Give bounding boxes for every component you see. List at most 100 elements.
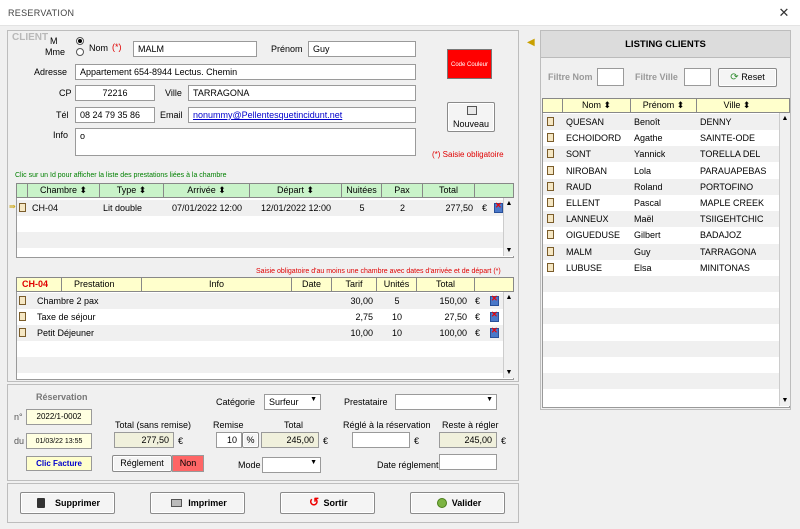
- nom-input[interactable]: MALM: [133, 41, 257, 57]
- list-item[interactable]: NIROBAN Lola PARAUAPEBAS: [543, 162, 779, 179]
- adresse-input[interactable]: Appartement 654-8944 Lectus. Chemin: [75, 64, 416, 80]
- printer-icon: [171, 499, 182, 507]
- nom-required-mark: (*): [112, 42, 122, 52]
- print-button[interactable]: Imprimer: [150, 492, 245, 514]
- scroll-up-icon[interactable]: ▲: [780, 113, 790, 124]
- document-icon[interactable]: [547, 230, 554, 240]
- scroll-up-icon[interactable]: ▲: [504, 292, 514, 303]
- list-item: [543, 357, 779, 373]
- rooms-warning: Saisie obligatoire d'au moins une chambr…: [256, 268, 501, 275]
- category-select[interactable]: Surfeur ▼: [264, 394, 321, 410]
- email-input[interactable]: nonummy@Pellentesquetincidunt.net: [188, 107, 416, 123]
- room-cell-depart: 12/01/2022 12:00: [260, 203, 332, 213]
- listing-header-nom[interactable]: Nom ⬍: [563, 99, 631, 113]
- close-icon[interactable]: ✕: [776, 5, 792, 21]
- exit-button[interactable]: ↺ Sortir: [280, 492, 375, 514]
- currency-symbol: €: [414, 436, 420, 446]
- room-cell-total: 277,50: [445, 203, 473, 213]
- scroll-down-icon[interactable]: ▼: [504, 367, 514, 378]
- rooms-header-type[interactable]: Type ⬍: [100, 184, 164, 198]
- sort-icon: ⬍: [218, 185, 226, 195]
- list-item[interactable]: RAUD Roland PORTOFINO: [543, 178, 779, 195]
- services-scrollbar[interactable]: ▲ ▼: [503, 292, 514, 378]
- document-icon[interactable]: [547, 214, 554, 224]
- rooms-header-depart[interactable]: Départ ⬍: [250, 184, 342, 198]
- rooms-header-arrivee[interactable]: Arrivée ⬍: [164, 184, 250, 198]
- scroll-down-icon[interactable]: ▼: [780, 395, 790, 406]
- discount-label: Remise: [213, 420, 244, 430]
- table-row[interactable]: Petit Déjeuner 10,00 10 100,00 €: [17, 325, 503, 341]
- delete-icon[interactable]: [490, 310, 499, 322]
- mode-select[interactable]: ▼: [262, 457, 321, 473]
- rooms-scrollbar[interactable]: ▲ ▼: [503, 198, 514, 256]
- provider-select[interactable]: ▼: [395, 394, 497, 410]
- discount-input[interactable]: 10: [216, 432, 242, 448]
- service-cell-total: 150,00: [439, 296, 467, 306]
- listing-scrollbar[interactable]: ▲ ▼: [779, 113, 790, 406]
- document-icon[interactable]: [19, 328, 26, 337]
- new-client-button[interactable]: Nouveau: [447, 102, 495, 132]
- list-cell-ville: SAINTE-ODE: [700, 133, 756, 144]
- cp-input[interactable]: 72216: [75, 85, 155, 101]
- payment-button[interactable]: Réglement: [112, 455, 172, 472]
- service-cell-currency: €: [475, 328, 481, 338]
- list-item[interactable]: MALM Guy TARRAGONA: [543, 243, 779, 260]
- delete-icon[interactable]: [494, 201, 503, 213]
- document-icon[interactable]: [547, 117, 554, 126]
- paid-input[interactable]: [352, 432, 410, 448]
- delete-icon[interactable]: [490, 294, 499, 306]
- document-icon[interactable]: [19, 296, 26, 305]
- list-item[interactable]: ELLENT Pascal MAPLE CREEK: [543, 195, 779, 211]
- reset-button-label: Reset: [741, 72, 765, 82]
- delete-button[interactable]: Supprimer: [20, 492, 115, 514]
- scroll-up-icon[interactable]: ▲: [504, 198, 514, 209]
- filter-city-input[interactable]: [684, 68, 711, 86]
- reset-button[interactable]: ⟳ Reset: [718, 68, 777, 87]
- table-row[interactable]: CH-04 Lit double 07/01/2022 12:00 12/01/…: [17, 200, 503, 216]
- document-icon[interactable]: [547, 149, 554, 159]
- civ-m-label: M: [50, 36, 58, 46]
- list-item[interactable]: SONT Yannick TORELLA DEL: [543, 146, 779, 163]
- total-field: 245,00: [261, 432, 319, 448]
- info-input[interactable]: o: [75, 128, 416, 156]
- document-icon[interactable]: [547, 133, 554, 143]
- service-cell-prestation: Taxe de séjour: [37, 312, 96, 322]
- rooms-header-chambre[interactable]: Chambre ⬍: [28, 184, 100, 198]
- list-item[interactable]: LANNEUX Maël TSIIGEHTCHIC: [543, 211, 779, 228]
- listing-header-prenom[interactable]: Prénom ⬍: [631, 99, 697, 113]
- tel-input[interactable]: 08 24 79 35 86: [75, 107, 155, 123]
- table-row[interactable]: Taxe de séjour 2,75 10 27,50 €: [17, 309, 503, 325]
- document-icon[interactable]: [19, 312, 26, 321]
- color-code-box[interactable]: Code Couleur: [447, 49, 492, 79]
- client-listing-panel: LISTING CLIENTS Filtre Nom Filtre Ville …: [540, 30, 791, 410]
- ville-input[interactable]: TARRAGONA: [188, 85, 416, 101]
- new-button-label: Nouveau: [452, 119, 490, 129]
- list-cell-nom: NIROBAN: [566, 165, 608, 176]
- prenom-input[interactable]: Guy: [308, 41, 416, 57]
- payment-date-input[interactable]: [439, 454, 497, 470]
- list-item[interactable]: ECHOIDORD Agathe SAINTE-ODE: [543, 130, 779, 147]
- document-icon[interactable]: [547, 181, 554, 191]
- delete-icon[interactable]: [490, 326, 499, 338]
- radio-m[interactable]: [76, 37, 84, 45]
- list-item[interactable]: OIGUEDUSE Gilbert BADAJOZ: [543, 227, 779, 244]
- document-icon[interactable]: [547, 262, 554, 272]
- document-icon[interactable]: [19, 203, 26, 212]
- radio-dot: [78, 39, 82, 43]
- invoice-link[interactable]: Clic Facture: [26, 456, 92, 471]
- filter-name-input[interactable]: [597, 68, 624, 86]
- validate-button[interactable]: Valider: [410, 492, 505, 514]
- client-section: CLIENT M Mme Nom (*) MALM Prénom Guy Adr…: [9, 32, 517, 164]
- list-item[interactable]: QUESAN Benoît DENNY: [543, 114, 779, 130]
- scroll-down-icon[interactable]: ▼: [504, 245, 514, 256]
- document-icon[interactable]: [547, 246, 554, 256]
- document-icon[interactable]: [547, 165, 554, 175]
- table-row[interactable]: Chambre 2 pax 30,00 5 150,00 €: [17, 293, 503, 309]
- percent-button[interactable]: %: [242, 432, 259, 448]
- rooms-section: Clic sur un Id pour afficher la liste de…: [9, 166, 517, 268]
- document-icon[interactable]: [547, 198, 554, 207]
- list-item[interactable]: LUBUSE Elsa MINITONAS: [543, 259, 779, 276]
- listing-header-ville[interactable]: Ville ⬍: [697, 99, 777, 113]
- email-label: Email: [160, 110, 183, 120]
- radio-mme[interactable]: [76, 48, 84, 56]
